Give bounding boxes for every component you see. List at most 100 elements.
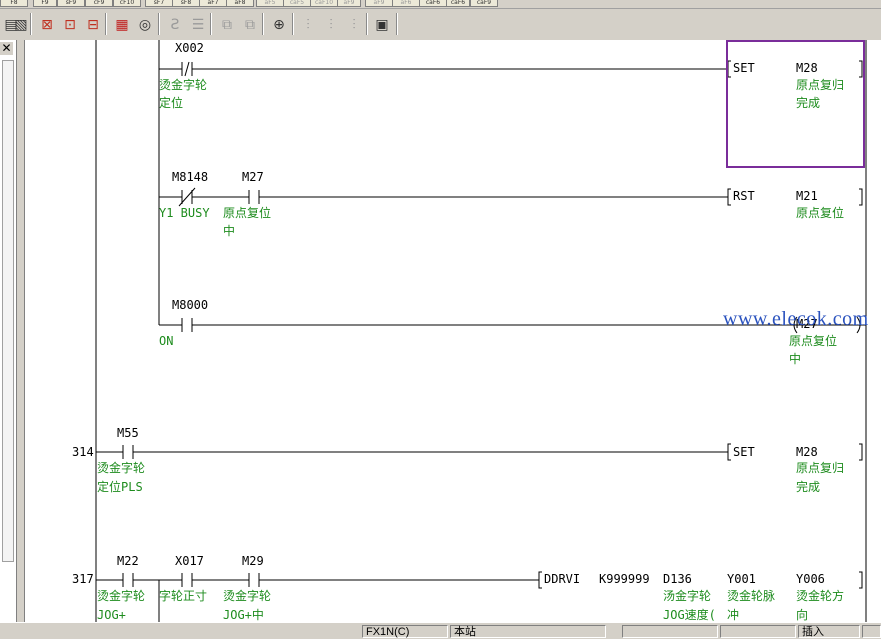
- ladder-write-icon[interactable]: ⊡: [59, 13, 81, 36]
- device-label: M27: [242, 170, 264, 184]
- monitor-search-icon[interactable]: ◎: [134, 13, 156, 36]
- device-comment: 字轮正寸: [159, 588, 207, 603]
- function-key-bar: F8 F9 sF9 cF9 cF10 sF7 sF8 aF7 aF8 aF5 c…: [0, 0, 881, 9]
- watermark: www.elecok.com: [723, 308, 869, 330]
- device-label: M28: [796, 445, 818, 459]
- device-label: M29: [242, 554, 264, 568]
- toolbar: ▤ ▧ ⊠ ⊡ ⊟ ▦ ◎ Ƨ ☰ ⧉ ⧉ ⊕ ⫶ ⫶ ⫶ ▣: [0, 9, 881, 39]
- device-comment: 烫金字轮: [97, 588, 145, 603]
- toolbar-separator: [210, 13, 212, 35]
- device-comment: 原点复位: [796, 205, 844, 220]
- project-pane-scrollbar[interactable]: [2, 60, 14, 562]
- device-label: M55: [117, 426, 139, 440]
- fkey-button[interactable]: caF10: [310, 0, 338, 7]
- rung-delete-icon[interactable]: ⫶: [320, 13, 342, 36]
- zoom-out-icon[interactable]: ▧: [10, 13, 32, 36]
- toolbar-separator: [396, 13, 398, 35]
- device-comment: JOG速度(: [663, 607, 716, 622]
- operand-label: Y001: [727, 572, 756, 586]
- device-comment: 完成: [796, 95, 820, 110]
- instruction-label: DDRVI: [544, 572, 580, 586]
- device-grid-icon[interactable]: ▦: [111, 13, 133, 36]
- device-comment: JOG+: [97, 608, 126, 622]
- fkey-button[interactable]: cF10: [113, 0, 141, 7]
- device-comment: 烫金轮脉: [727, 588, 775, 603]
- device-comment: 烫金字轮: [223, 588, 271, 603]
- edit-mode-status: 插入: [798, 625, 860, 638]
- toolbar-separator: [105, 13, 107, 35]
- status-cell: [862, 625, 881, 638]
- fkey-button[interactable]: sF9: [57, 0, 85, 7]
- device-comment: 汤金字轮: [663, 588, 711, 603]
- device-label: M8000: [172, 298, 208, 312]
- step-number: 317: [72, 572, 94, 586]
- device-comment: Y1 BUSY: [159, 206, 210, 220]
- print-icon[interactable]: ▣: [371, 13, 393, 36]
- ladder-edit-icon[interactable]: ⊠: [36, 13, 58, 36]
- close-icon[interactable]: ✕: [0, 42, 13, 55]
- status-bar: FX1N(C) 本站 插入: [0, 622, 881, 638]
- device-label: M8148: [172, 170, 208, 184]
- fkey-button[interactable]: aF9: [337, 0, 361, 7]
- step-number: 314: [72, 445, 94, 459]
- list-icon[interactable]: ☰: [187, 13, 209, 36]
- rung-insert-icon[interactable]: ⫶: [297, 13, 319, 36]
- rung-move-icon[interactable]: ⫶: [343, 13, 365, 36]
- device-comment: 烫金字轮: [97, 460, 145, 475]
- device-comment: 中: [789, 351, 801, 366]
- ladder-delete-icon[interactable]: ⊟: [82, 13, 104, 36]
- device-comment: 冲: [727, 607, 739, 622]
- operand-label: K999999: [599, 572, 650, 586]
- device-comment: 定位PLS: [97, 479, 143, 494]
- device-label: X017: [175, 554, 204, 568]
- device-comment: ON: [159, 334, 173, 348]
- toolbar-separator: [262, 13, 264, 35]
- device-comment: 原点复位: [789, 333, 837, 348]
- device-comment: 原点复归: [796, 461, 844, 475]
- convert-all-icon[interactable]: ⧉: [239, 13, 261, 36]
- convert-icon[interactable]: ⧉: [216, 13, 238, 36]
- device-comment: 烫金轮方: [796, 588, 844, 603]
- find-icon[interactable]: ⊕: [268, 13, 290, 36]
- device-comment: 原点复位: [223, 205, 271, 220]
- device-comment: 完成: [796, 479, 820, 494]
- fkey-button[interactable]: aF8: [226, 0, 254, 7]
- device-comment: 原点复归: [796, 78, 844, 92]
- operand-label: Y006: [796, 572, 825, 586]
- instruction-label: SET: [733, 61, 755, 75]
- device-label: M21: [796, 189, 818, 203]
- status-cell: [720, 625, 796, 638]
- plc-type-status: FX1N(C): [362, 625, 448, 638]
- fkey-button[interactable]: caF6: [446, 0, 470, 7]
- fkey-button[interactable]: F8: [0, 0, 28, 7]
- device-label: M22: [117, 554, 139, 568]
- device-comment: 定位: [159, 95, 183, 110]
- toolbar-separator: [366, 13, 368, 35]
- ladder-editor[interactable]: X002 SET M28 M8148 M27 RST M21 M8000 M27…: [24, 40, 881, 622]
- fkey-button[interactable]: caF9: [470, 0, 498, 7]
- toolbar-separator: [158, 13, 160, 35]
- device-comment: 中: [223, 223, 235, 238]
- fkey-button[interactable]: F9: [33, 0, 57, 7]
- fkey-button[interactable]: aF9: [365, 0, 393, 7]
- fkey-button[interactable]: aF7: [199, 0, 227, 7]
- format-icon[interactable]: Ƨ: [164, 13, 186, 36]
- device-label: X002: [175, 41, 204, 55]
- fkey-button[interactable]: caF6: [419, 0, 447, 7]
- ladder-diagram: X002 SET M28 M8148 M27 RST M21 M8000 M27…: [72, 40, 867, 622]
- fkey-button[interactable]: aF6: [392, 0, 420, 7]
- fkey-button[interactable]: sF8: [172, 0, 200, 7]
- device-comment: JOG+中: [223, 607, 264, 622]
- fkey-button[interactable]: sF7: [145, 0, 173, 7]
- device-comment: 烫金字轮: [159, 77, 207, 92]
- fkey-button[interactable]: cF9: [85, 0, 113, 7]
- instruction-label: RST: [733, 189, 755, 203]
- fkey-button[interactable]: aF5: [256, 0, 284, 7]
- device-label: M28: [796, 61, 818, 75]
- operand-label: D136: [663, 572, 692, 586]
- toolbar-separator: [292, 13, 294, 35]
- status-cell: [622, 625, 718, 638]
- instruction-label: SET: [733, 445, 755, 459]
- station-status: 本站: [450, 625, 606, 638]
- fkey-button[interactable]: caF5: [283, 0, 311, 7]
